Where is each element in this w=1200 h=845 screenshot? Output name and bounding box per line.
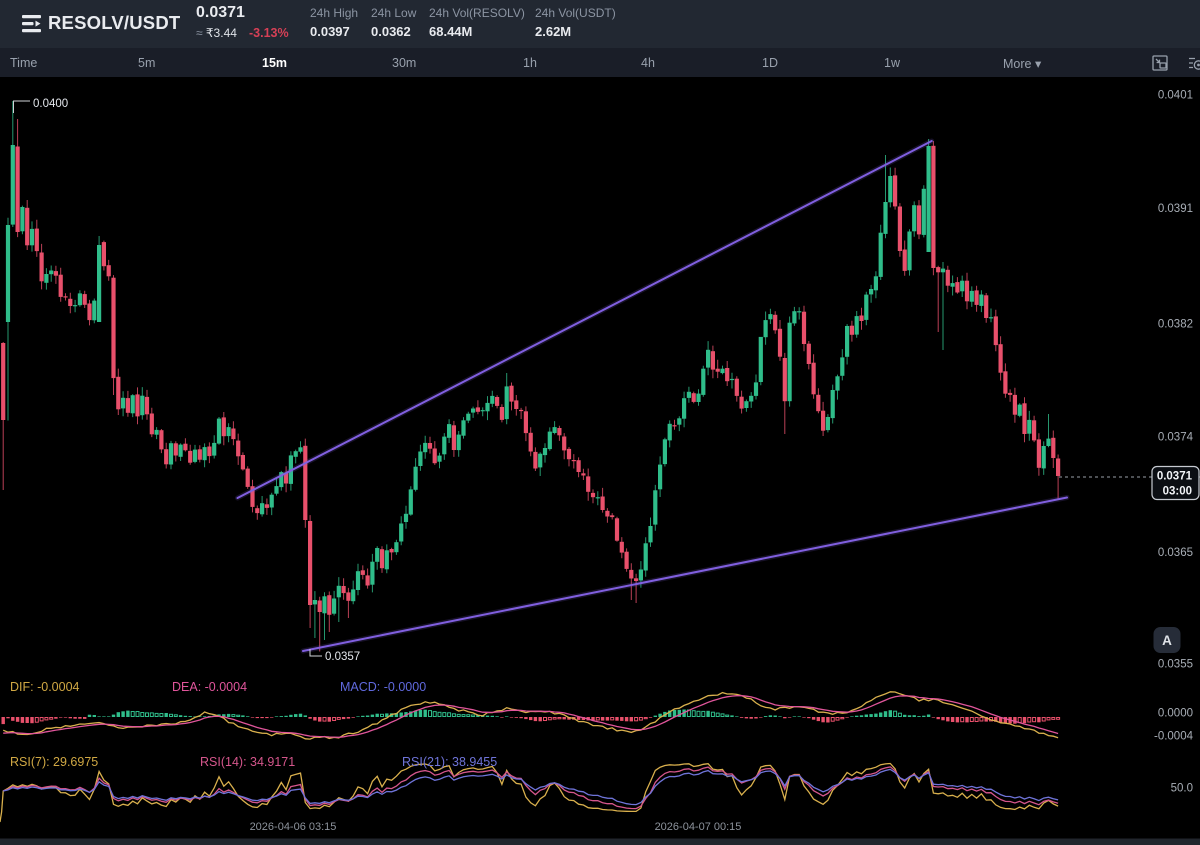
svg-text:RSI(7): 29.6975: RSI(7): 29.6975 (10, 755, 98, 769)
svg-text:0.0357: 0.0357 (325, 651, 360, 663)
svg-text:-0.0004: -0.0004 (1154, 731, 1194, 743)
svg-text:RSI(21): 38.9455: RSI(21): 38.9455 (402, 755, 497, 769)
svg-text:0.0000: 0.0000 (1158, 708, 1193, 720)
svg-text:0.0391: 0.0391 (1158, 203, 1193, 215)
svg-text:2026-04-06 03:15: 2026-04-06 03:15 (250, 821, 337, 833)
svg-text:DIF: -0.0004: DIF: -0.0004 (10, 680, 80, 694)
svg-text:0.0382: 0.0382 (1158, 319, 1193, 331)
svg-text:50.0: 50.0 (1171, 783, 1193, 795)
svg-text:2026-04-07 00:15: 2026-04-07 00:15 (655, 821, 742, 833)
svg-text:0.0401: 0.0401 (1158, 90, 1193, 102)
svg-text:0.0365: 0.0365 (1158, 547, 1193, 559)
svg-text:0.0355: 0.0355 (1158, 659, 1193, 671)
svg-text:0.0371: 0.0371 (1157, 471, 1193, 483)
svg-text:A: A (1162, 633, 1172, 648)
svg-text:DEA: -0.0004: DEA: -0.0004 (172, 680, 247, 694)
svg-text:0.0400: 0.0400 (33, 98, 68, 110)
svg-text:RSI(14): 34.9171: RSI(14): 34.9171 (200, 755, 295, 769)
svg-text:MACD: -0.0000: MACD: -0.0000 (340, 680, 426, 694)
svg-text:0.0374: 0.0374 (1158, 432, 1194, 444)
svg-text:03:00: 03:00 (1163, 486, 1192, 498)
